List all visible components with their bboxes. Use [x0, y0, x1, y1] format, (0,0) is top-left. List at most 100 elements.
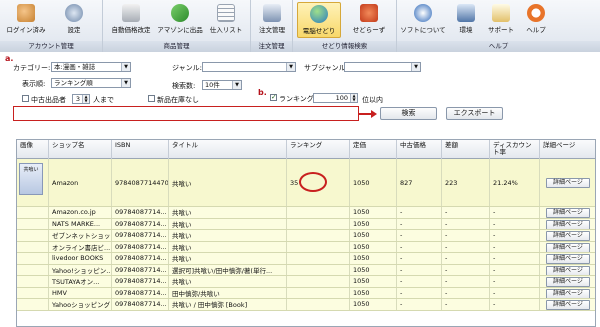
info-icon — [414, 4, 432, 22]
purchase-list-button[interactable]: 仕入リスト — [206, 2, 246, 38]
ranking-cell — [287, 253, 350, 264]
table-row[interactable]: ゼブンネットショッ... 09784087714... 共喰い 1050- - - 詳細ペー… — [17, 230, 595, 242]
difference-cell: - — [442, 287, 490, 298]
help-button[interactable]: ヘルプ — [521, 2, 551, 38]
detail-page-button[interactable]: 詳細ページ — [546, 208, 590, 218]
detail-page-cell: 詳細ページ — [540, 230, 595, 241]
gear-icon — [65, 4, 83, 22]
detail-page-button[interactable]: 詳細ページ — [546, 231, 590, 241]
column-header[interactable]: ディスカウント率 — [490, 140, 540, 159]
difference-cell: - — [442, 230, 490, 241]
detail-page-cell: 詳細ページ — [540, 288, 595, 298]
title-cell: 共喰い — [169, 276, 287, 287]
online-sedori-button[interactable]: 電脳せどり — [297, 2, 341, 38]
used-seller-suffix: 人まで — [93, 96, 114, 104]
column-header[interactable]: 差額 — [442, 140, 490, 159]
column-header[interactable]: ランキング — [287, 140, 350, 159]
detail-page-button[interactable]: 詳細ページ — [546, 288, 590, 298]
search-button[interactable]: 検索 — [380, 107, 437, 120]
column-header[interactable]: 詳細ページ — [540, 140, 595, 159]
discount-rate-cell: - — [490, 207, 540, 218]
discount-rate-cell: - — [490, 253, 540, 264]
list-price-cell: 1050 — [350, 299, 397, 310]
list-price-cell: 1050 — [350, 218, 397, 229]
subgenre-label: サブジャンル: — [304, 64, 349, 72]
new-out-of-stock-checkbox[interactable] — [148, 95, 155, 102]
search-count-select[interactable]: 10件 ▼ — [202, 80, 242, 90]
table-row[interactable]: Amazon.co.jp 09784087714... 共喰い 1050- - - 詳細ペー… — [17, 207, 595, 219]
detail-page-button[interactable]: 詳細ページ — [546, 242, 590, 252]
login-button[interactable]: ログイン済み — [4, 2, 48, 38]
group-label-account: アカウント管理 — [0, 41, 102, 52]
category-select[interactable]: 本:漫画・雑誌 ▼ — [51, 62, 131, 72]
subgenre-select[interactable]: ▼ — [344, 62, 421, 72]
ranking-limit-stepper[interactable]: 100 ▲ ▼ — [313, 93, 358, 103]
display-order-select[interactable]: ランキング順 ▼ — [51, 78, 131, 88]
discount-rate-cell: - — [490, 299, 540, 310]
auto-reprice-button[interactable]: 自動価格改定 — [107, 2, 155, 38]
shop-name-cell: ゼブンネットショッ... — [49, 230, 112, 241]
column-header[interactable]: 中古価格 — [397, 140, 442, 159]
detail-page-button[interactable]: 詳細ページ — [546, 178, 590, 188]
keyword-input[interactable] — [13, 106, 359, 121]
table-row[interactable]: Yahoo!ショッピン... 09784087714... 選択可]共喰い/田中慎弥… — [17, 264, 595, 276]
list-price-cell: 1050 — [350, 159, 397, 206]
detail-page-cell: 詳細ページ — [540, 219, 595, 229]
detail-page-button[interactable]: 詳細ページ — [546, 300, 590, 310]
sedorazu-button[interactable]: せどらーず — [347, 2, 391, 38]
support-button[interactable]: サポート — [483, 2, 519, 38]
ranking-cell — [287, 276, 350, 287]
discount-rate-cell: - — [490, 276, 540, 287]
used-price-cell: - — [397, 299, 442, 310]
difference-cell: - — [442, 218, 490, 229]
column-header[interactable]: タイトル — [169, 140, 287, 159]
detail-page-button[interactable]: 詳細ページ — [546, 219, 590, 229]
table-row[interactable]: オンライン書店ビ... 09784087714... 共喰い 1050- - - 詳細ページ — [17, 241, 595, 253]
environment-button[interactable]: 環境 — [451, 2, 481, 38]
detail-page-button[interactable]: 詳細ページ — [546, 254, 590, 264]
thumbnail-cell: 共喰い — [17, 159, 49, 206]
order-management-button[interactable]: 注文管理 — [253, 2, 291, 38]
export-button[interactable]: エクスポート — [446, 107, 503, 120]
difference-cell: - — [442, 299, 490, 310]
used-seller-count-stepper[interactable]: 3 ▲ ▼ — [72, 94, 90, 104]
table-row[interactable]: 共喰い Amazon 9784087714470 共喰い 35 1050 827 223 21.… — [17, 159, 595, 207]
table-row[interactable]: livedoor BOOKS 09784087714... 共喰い 1050- - - 詳細… — [17, 253, 595, 265]
new-out-of-stock-label: 新品在庫なし — [157, 96, 199, 104]
bin-icon — [122, 4, 140, 22]
used-seller-checkbox[interactable] — [22, 95, 29, 102]
table-row[interactable]: HMV 09784087714... 田中慎弥/共喰い 1050- - - 詳細ページ — [17, 287, 595, 299]
difference-cell: - — [442, 264, 490, 275]
column-header[interactable]: ISBN — [112, 140, 169, 159]
book-cover-caption: 共喰い — [23, 167, 39, 173]
detail-page-button[interactable]: 詳細ページ — [546, 265, 590, 275]
column-header[interactable]: 定価 — [350, 140, 397, 159]
ranking-cell — [287, 264, 350, 275]
stepper-arrows-icon: ▲ ▼ — [350, 94, 357, 102]
title-cell: 選択可]共喰い/田中慎弥/著(単行... — [169, 264, 287, 275]
results-grid: 画像 ショップ名 ISBN タイトル ランキング 定価 中古価格 差額 ディスカウント率 詳細ペー… — [16, 139, 596, 327]
detail-page-button[interactable]: 詳細ページ — [546, 277, 590, 287]
list-price-cell: 1050 — [350, 241, 397, 252]
chevron-down-icon: ▼ — [286, 63, 295, 71]
ranking-checkbox[interactable] — [270, 93, 277, 101]
table-row[interactable]: Yahooショッピング 09784087714... 共喰い / 田中慎弥 [Boo… — [17, 299, 595, 311]
column-header[interactable]: 画像 — [17, 140, 49, 159]
table-row[interactable]: NATS MARKE... 09784087714... 共喰い 1050- - - 詳細ペ… — [17, 218, 595, 230]
table-row[interactable]: TSUTAYAオン... 09784087714... 共喰い 1050- - - 詳細ペー… — [17, 276, 595, 288]
used-price-cell: - — [397, 207, 442, 218]
lifebuoy-icon — [527, 4, 545, 22]
thumbnail-cell — [17, 276, 49, 287]
used-price-cell: - — [397, 276, 442, 287]
display-order-label: 表示順: — [22, 80, 46, 88]
list-on-amazon-button[interactable]: アマゾンに出品 — [157, 2, 203, 38]
about-software-button[interactable]: ソフトについて — [399, 2, 447, 38]
genre-select[interactable]: ▼ — [202, 62, 296, 72]
settings-button[interactable]: 設定 — [54, 2, 94, 38]
used-price-cell: - — [397, 230, 442, 241]
discount-rate-cell: 21.24% — [490, 159, 540, 206]
isbn-cell: 9784087714470 — [112, 159, 169, 206]
stepper-arrows-icon: ▲ ▼ — [82, 95, 89, 103]
column-header[interactable]: ショップ名 — [49, 140, 112, 159]
shop-name-cell: Amazon — [49, 159, 112, 206]
